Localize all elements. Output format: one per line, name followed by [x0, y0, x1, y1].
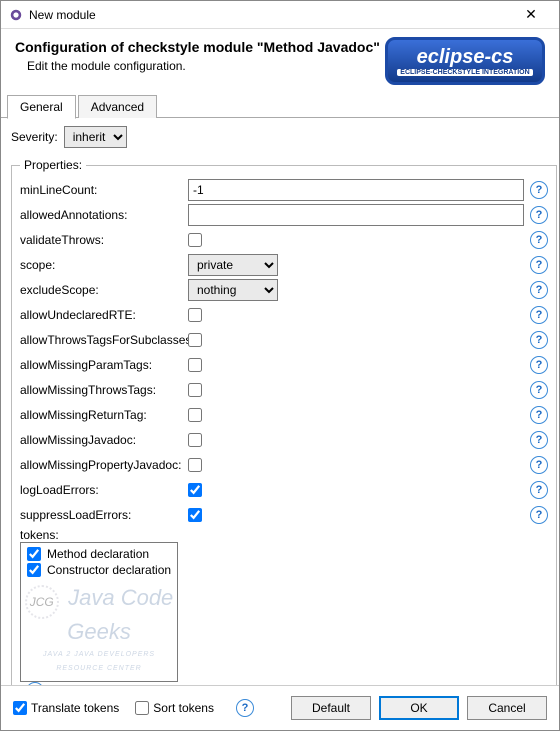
excludescope-select[interactable]: nothing	[188, 279, 278, 301]
window-title: New module	[29, 8, 511, 22]
token-label: Method declaration	[47, 547, 149, 561]
token-checkbox[interactable]	[27, 563, 41, 577]
excludescope-label: excludeScope:	[20, 283, 188, 297]
allowthrowstagsforsubclasses-label: allowThrowsTagsForSubclasses:	[20, 333, 188, 347]
token-item[interactable]: Method declaration	[27, 547, 171, 561]
logloaderrors-checkbox[interactable]	[188, 483, 202, 497]
allowthrowstagsforsubclasses-checkbox[interactable]	[188, 333, 202, 347]
tab-general[interactable]: General	[7, 95, 76, 119]
dialog-footer: Translate tokens Sort tokens ? Default O…	[1, 685, 559, 730]
title-bar: New module ✕	[1, 1, 559, 29]
scope-select[interactable]: private	[188, 254, 278, 276]
help-icon[interactable]: ?	[530, 481, 548, 499]
tokens-label: tokens:	[20, 528, 188, 542]
translate-tokens-label: Translate tokens	[31, 701, 119, 715]
sort-tokens-option[interactable]: Sort tokens	[135, 701, 214, 715]
tokens-list: Method declaration Constructor declarati…	[20, 542, 178, 682]
minlinecount-label: minLineCount:	[20, 183, 188, 197]
ok-button[interactable]: OK	[379, 696, 459, 720]
help-icon[interactable]: ?	[530, 406, 548, 424]
help-icon[interactable]: ?	[236, 699, 254, 717]
translate-tokens-checkbox[interactable]	[13, 701, 27, 715]
help-icon[interactable]: ?	[530, 306, 548, 324]
watermark: JCG Java Code Geeks JAVA 2 JAVA DEVELOPE…	[21, 585, 177, 673]
token-checkbox[interactable]	[27, 547, 41, 561]
allowmissingreturntag-label: allowMissingReturnTag:	[20, 408, 188, 422]
allowmissingreturntag-checkbox[interactable]	[188, 408, 202, 422]
tab-bar: General Advanced	[1, 95, 559, 118]
allowundeclaredrte-label: allowUndeclaredRTE:	[20, 308, 188, 322]
app-icon	[9, 8, 23, 22]
severity-label: Severity:	[11, 130, 58, 144]
allowmissingpropertyjavadoc-label: allowMissingPropertyJavadoc:	[20, 458, 188, 472]
help-icon[interactable]: ?	[530, 506, 548, 524]
dialog-heading: Configuration of checkstyle module "Meth…	[15, 39, 385, 55]
suppressloaderrors-label: suppressLoadErrors:	[20, 508, 188, 522]
cancel-button[interactable]: Cancel	[467, 696, 547, 720]
sort-tokens-label: Sort tokens	[153, 701, 214, 715]
token-label: Constructor declaration	[47, 563, 171, 577]
allowmissingthrowstags-checkbox[interactable]	[188, 383, 202, 397]
allowmissingjavadoc-checkbox[interactable]	[188, 433, 202, 447]
help-icon[interactable]: ?	[530, 256, 548, 274]
minlinecount-input[interactable]	[188, 179, 524, 201]
allowmissingthrowstags-label: allowMissingThrowsTags:	[20, 383, 188, 397]
help-icon[interactable]: ?	[530, 356, 548, 374]
properties-legend: Properties:	[20, 158, 86, 172]
help-icon[interactable]: ?	[530, 331, 548, 349]
translate-tokens-option[interactable]: Translate tokens	[13, 701, 119, 715]
suppressloaderrors-checkbox[interactable]	[188, 508, 202, 522]
properties-fieldset: Properties: minLineCount: ? allowedAnnot…	[11, 158, 557, 685]
tab-advanced[interactable]: Advanced	[78, 95, 157, 118]
default-button[interactable]: Default	[291, 696, 371, 720]
sort-tokens-checkbox[interactable]	[135, 701, 149, 715]
token-item[interactable]: Constructor declaration	[27, 563, 171, 577]
validatethrows-label: validateThrows:	[20, 233, 188, 247]
eclipse-cs-logo: eclipse-cs ECLIPSE-CHECKSTYLE INTEGRATIO…	[385, 37, 545, 85]
help-icon[interactable]: ?	[530, 431, 548, 449]
allowmissingpropertyjavadoc-checkbox[interactable]	[188, 458, 202, 472]
allowmissingjavadoc-label: allowMissingJavadoc:	[20, 433, 188, 447]
help-icon[interactable]: ?	[530, 456, 548, 474]
dialog-subheading: Edit the module configuration.	[27, 59, 385, 73]
allowmissingparamtags-label: allowMissingParamTags:	[20, 358, 188, 372]
help-icon[interactable]: ?	[530, 181, 548, 199]
logloaderrors-label: logLoadErrors:	[20, 483, 188, 497]
dialog-header: Configuration of checkstyle module "Meth…	[1, 29, 559, 95]
allowundeclaredrte-checkbox[interactable]	[188, 308, 202, 322]
help-icon[interactable]: ?	[530, 281, 548, 299]
close-icon[interactable]: ✕	[511, 6, 551, 23]
help-icon[interactable]: ?	[530, 231, 548, 249]
allowedannotations-label: allowedAnnotations:	[20, 208, 188, 222]
validatethrows-checkbox[interactable]	[188, 233, 202, 247]
allowmissingparamtags-checkbox[interactable]	[188, 358, 202, 372]
help-icon[interactable]: ?	[530, 206, 548, 224]
severity-select[interactable]: inherit	[64, 126, 127, 148]
scope-label: scope:	[20, 258, 188, 272]
help-icon[interactable]: ?	[530, 381, 548, 399]
allowedannotations-input[interactable]	[188, 204, 524, 226]
